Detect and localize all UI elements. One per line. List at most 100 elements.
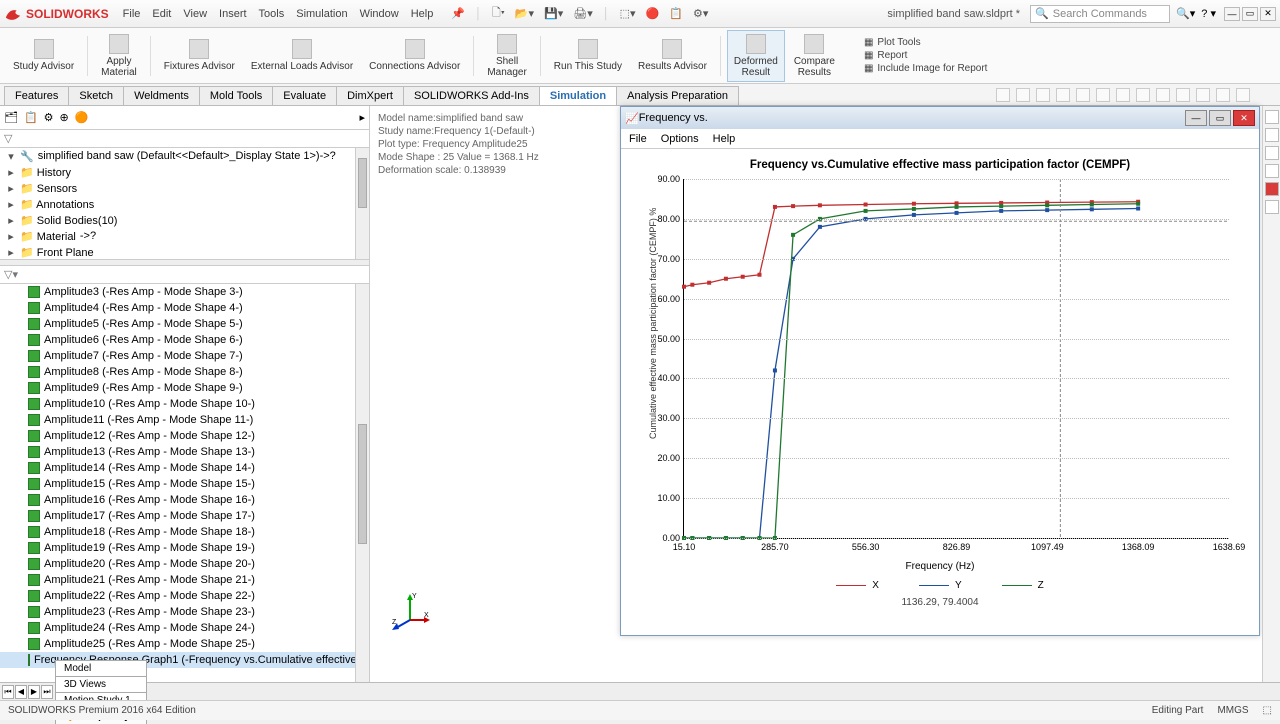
bottom-tab-model[interactable]: Model	[55, 660, 147, 676]
tab-simulation[interactable]: Simulation	[539, 86, 617, 105]
view-palette-icon[interactable]	[1265, 164, 1279, 178]
appearances-icon[interactable]	[1265, 182, 1279, 196]
chart-menu-file[interactable]: File	[629, 133, 647, 145]
menu-tools[interactable]: Tools	[259, 8, 285, 20]
tab-mold-tools[interactable]: Mold Tools	[199, 86, 273, 105]
result-item[interactable]: Amplitude10 (-Res Amp - Mode Shape 10-)	[0, 396, 369, 412]
chart-close-button[interactable]: ✕	[1233, 110, 1255, 126]
scrollbar[interactable]	[355, 148, 369, 259]
ribbon-apply[interactable]: ApplyMaterial	[94, 30, 144, 82]
result-item[interactable]: Amplitude3 (-Res Amp - Mode Shape 3-)	[0, 284, 369, 300]
menu-file[interactable]: File	[123, 8, 141, 20]
tree-item[interactable]: ▸📁 Annotations	[0, 196, 369, 212]
result-item[interactable]: Amplitude17 (-Res Amp - Mode Shape 17-)	[0, 508, 369, 524]
view-icon[interactable]	[1116, 88, 1130, 102]
result-item[interactable]: Amplitude6 (-Res Amp - Mode Shape 6-)	[0, 332, 369, 348]
new-icon[interactable]: 🗋▾	[492, 4, 505, 23]
tree-item[interactable]: ▸📁 History	[0, 164, 369, 180]
fm-dim-icon[interactable]: ⊕	[60, 111, 69, 124]
first-tab-icon[interactable]: ⏮	[2, 685, 14, 699]
result-item[interactable]: Amplitude24 (-Res Amp - Mode Shape 24-)	[0, 620, 369, 636]
result-item[interactable]: Amplitude23 (-Res Amp - Mode Shape 23-)	[0, 604, 369, 620]
result-item[interactable]: Amplitude11 (-Res Amp - Mode Shape 11-)	[0, 412, 369, 428]
ribbon-link[interactable]: ▦Include Image for Report	[864, 63, 988, 74]
select-icon[interactable]: ⬚▾	[620, 7, 636, 20]
result-item[interactable]: Amplitude13 (-Res Amp - Mode Shape 13-)	[0, 444, 369, 460]
chart-maximize-button[interactable]: ▭	[1209, 110, 1231, 126]
tree-item[interactable]: ▸📁 Sensors	[0, 180, 369, 196]
help-icon[interactable]: ? ▾	[1201, 7, 1216, 20]
fm-filter-2[interactable]: ▽▾	[0, 266, 369, 284]
home-icon[interactable]	[1265, 110, 1279, 124]
save-icon[interactable]: 💾▾	[544, 7, 563, 20]
result-item[interactable]: Amplitude22 (-Res Amp - Mode Shape 22-)	[0, 588, 369, 604]
settings-icon[interactable]: ⚙▾	[693, 7, 708, 20]
scrollbar[interactable]	[355, 284, 369, 700]
tab-dimxpert[interactable]: DimXpert	[336, 86, 404, 105]
view-icon[interactable]	[1076, 88, 1090, 102]
view-icon[interactable]	[1196, 88, 1210, 102]
result-item[interactable]: Amplitude21 (-Res Amp - Mode Shape 21-)	[0, 572, 369, 588]
restore-button[interactable]: ▭	[1242, 7, 1258, 21]
chart-menu-options[interactable]: Options	[661, 133, 699, 145]
menu-simulation[interactable]: Simulation	[296, 8, 347, 20]
resources-icon[interactable]	[1265, 128, 1279, 142]
result-item[interactable]: Amplitude14 (-Res Amp - Mode Shape 14-)	[0, 460, 369, 476]
rebuild-icon[interactable]: 🔴	[646, 7, 660, 20]
chart-plot[interactable]: Cumulative effective mass participation …	[683, 179, 1229, 539]
close-button[interactable]: ✕	[1260, 7, 1276, 21]
ribbon-link[interactable]: ▦Report	[864, 50, 988, 61]
minimize-button[interactable]: —	[1224, 7, 1240, 21]
search-commands[interactable]: 🔍 Search Commands	[1030, 5, 1170, 23]
menu-window[interactable]: Window	[360, 8, 399, 20]
view-icon[interactable]	[1096, 88, 1110, 102]
result-item[interactable]: Amplitude16 (-Res Amp - Mode Shape 16-)	[0, 492, 369, 508]
view-icon[interactable]	[1036, 88, 1050, 102]
view-icon[interactable]	[1016, 88, 1030, 102]
tab-weldments[interactable]: Weldments	[123, 86, 200, 105]
view-icon[interactable]	[1176, 88, 1190, 102]
view-icon[interactable]	[1136, 88, 1150, 102]
tab-analysis-preparation[interactable]: Analysis Preparation	[616, 86, 739, 105]
options-icon[interactable]: 📋	[669, 7, 683, 20]
next-tab-icon[interactable]: ▶	[28, 685, 40, 699]
ribbon-run-this-study[interactable]: Run This Study	[547, 30, 629, 82]
view-icon[interactable]	[996, 88, 1010, 102]
view-icon[interactable]	[1236, 88, 1250, 102]
tree-item[interactable]: ▸📁 Material ->?	[0, 228, 369, 244]
library-icon[interactable]	[1265, 146, 1279, 160]
result-item[interactable]: Amplitude19 (-Res Amp - Mode Shape 19-)	[0, 540, 369, 556]
ribbon-link[interactable]: ▦Plot Tools	[864, 37, 988, 48]
tab-features[interactable]: Features	[4, 86, 69, 105]
status-units[interactable]: MMGS	[1217, 705, 1248, 716]
chart-menu-help[interactable]: Help	[713, 133, 736, 145]
menu-help[interactable]: Help	[411, 8, 434, 20]
fm-property-icon[interactable]: 📋	[24, 111, 38, 124]
tab-solidworks-add-ins[interactable]: SOLIDWORKS Add-Ins	[403, 86, 540, 105]
ribbon-connections-advisor[interactable]: Connections Advisor	[362, 30, 467, 82]
fm-filter[interactable]: ▽	[0, 130, 369, 148]
ribbon-fixtures-advisor[interactable]: Fixtures Advisor	[157, 30, 242, 82]
last-tab-icon[interactable]: ⏭	[41, 685, 53, 699]
ribbon-results-advisor[interactable]: Results Advisor	[631, 30, 714, 82]
collapse-icon[interactable]: ▸	[359, 111, 365, 124]
result-item[interactable]: Amplitude4 (-Res Amp - Mode Shape 4-)	[0, 300, 369, 316]
ribbon-compare[interactable]: CompareResults	[787, 30, 842, 82]
prev-tab-icon[interactable]: ◀	[15, 685, 27, 699]
menu-edit[interactable]: Edit	[152, 8, 171, 20]
search-dropdown-icon[interactable]: 🔍▾	[1176, 7, 1195, 20]
result-item[interactable]: Amplitude7 (-Res Amp - Mode Shape 7-)	[0, 348, 369, 364]
bottom-tab-3d-views[interactable]: 3D Views	[55, 676, 147, 692]
print-icon[interactable]: 🖨▾	[573, 7, 593, 20]
open-icon[interactable]: 📂▾	[515, 7, 534, 20]
ribbon-shell[interactable]: ShellManager	[480, 30, 533, 82]
menu-insert[interactable]: Insert	[219, 8, 247, 20]
result-item[interactable]: Amplitude18 (-Res Amp - Mode Shape 18-)	[0, 524, 369, 540]
result-item[interactable]: Amplitude9 (-Res Amp - Mode Shape 9-)	[0, 380, 369, 396]
tab-sketch[interactable]: Sketch	[68, 86, 124, 105]
tree-item[interactable]: ▸📁 Front Plane	[0, 244, 369, 260]
result-item[interactable]: Amplitude8 (-Res Amp - Mode Shape 8-)	[0, 364, 369, 380]
result-item[interactable]: Amplitude15 (-Res Amp - Mode Shape 15-)	[0, 476, 369, 492]
status-extra-icon[interactable]: ⬚	[1263, 705, 1272, 716]
pin-icon[interactable]: 📌	[451, 7, 465, 20]
